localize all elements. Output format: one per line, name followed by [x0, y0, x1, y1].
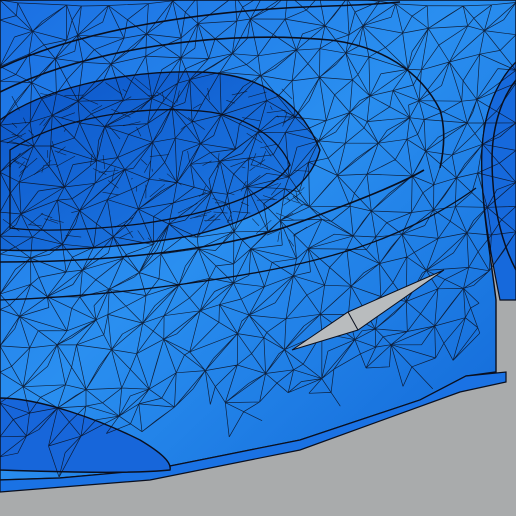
- mesh-canvas[interactable]: [0, 0, 516, 516]
- 3d-viewport[interactable]: [0, 0, 516, 516]
